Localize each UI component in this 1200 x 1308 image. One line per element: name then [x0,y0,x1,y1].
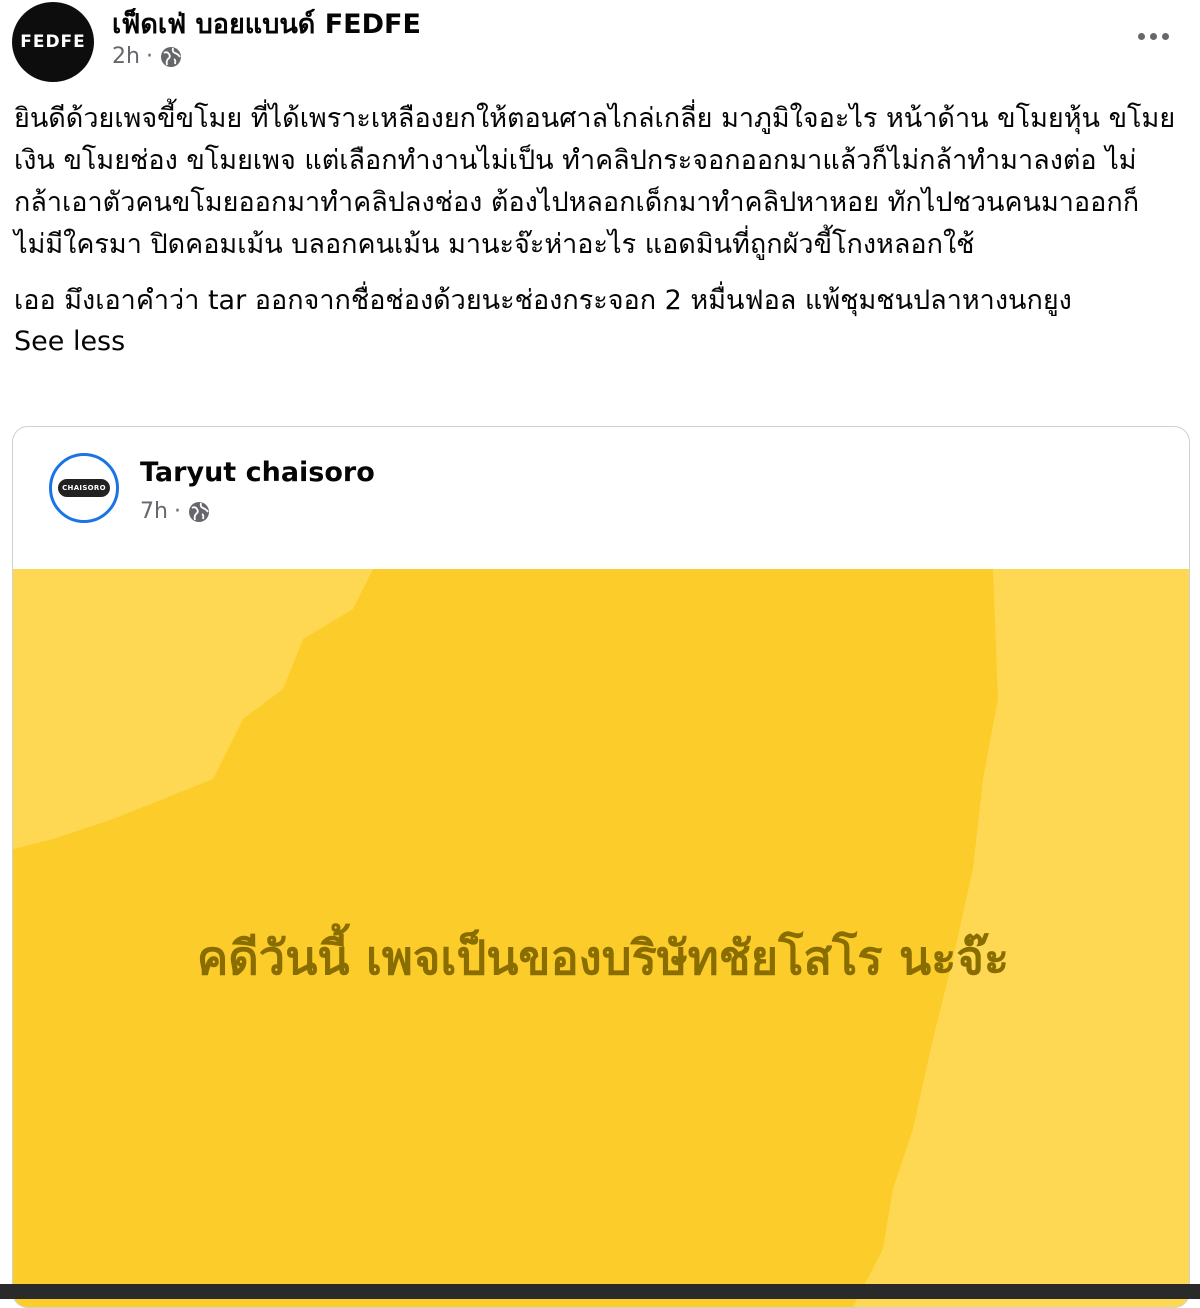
shared-author-name[interactable]: Taryut chaisoro [140,457,375,488]
post-timestamp[interactable]: 2h [112,44,140,69]
globe-icon[interactable] [159,45,183,69]
page-avatar-logo: FEDFE [20,32,86,52]
post-meta: 2h · [112,44,183,69]
page-name-link[interactable]: เฟ็ดเฟ่ บอยแบนด์ FEDFE [112,2,421,45]
more-dot [1149,32,1157,40]
post-text-paragraph-2: เออ มึงเอาคำว่า tar ออกจากชื่อช่องด้วยนะ… [14,285,1072,316]
colored-status-post[interactable]: คดีวันนี้ เพจเป็นของบริษัทชัยโสโร นะจ๊ะ [13,569,1189,1307]
shared-post-card[interactable]: CHAISORO Taryut chaisoro 7h · คดีวันนี้ … [12,426,1190,1308]
post-body: ยินดีด้วยเพจขี้ขโมย ที่ได้เพราะเหลืองยกใ… [14,98,1184,362]
meta-separator: · [173,499,181,524]
see-less-link[interactable]: See less [14,322,1184,362]
shared-post-timestamp[interactable]: 7h [140,499,168,524]
post-text-paragraph-1: ยินดีด้วยเพจขี้ขโมย ที่ได้เพราะเหลืองยกใ… [14,103,1176,260]
more-dot [1137,32,1145,40]
page-avatar[interactable]: FEDFE [12,2,94,82]
shared-post-meta: 7h · [140,499,211,524]
globe-icon[interactable] [187,500,211,524]
shared-avatar-logo: CHAISORO [58,479,110,497]
more-options-icon[interactable] [1128,24,1178,48]
shared-author-avatar[interactable]: CHAISORO [49,453,119,523]
bottom-edge-bar [0,1284,1200,1299]
status-text: คดีวันนี้ เพจเป็นของบริษัทชัยโสโร นะจ๊ะ [196,931,1010,986]
meta-separator: · [145,44,153,69]
shared-post-header: CHAISORO Taryut chaisoro 7h · [13,427,1189,567]
more-dot [1161,32,1169,40]
post-header: FEDFE เฟ็ดเฟ่ บอยแบนด์ FEDFE 2h · [0,0,1200,90]
shared-avatar-logo-text: CHAISORO [62,484,106,492]
